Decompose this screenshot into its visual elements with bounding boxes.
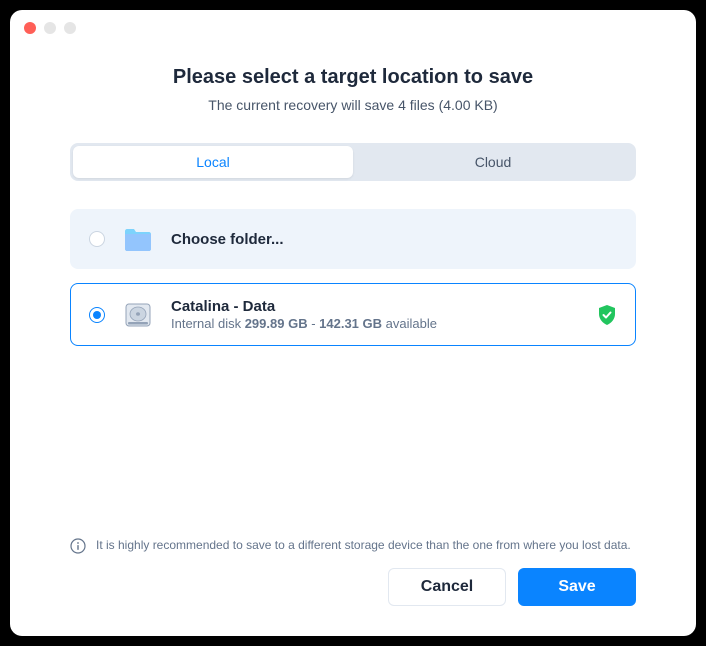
info-text: It is highly recommended to save to a di…: [96, 537, 631, 554]
info-icon: [70, 538, 86, 554]
location-options: Choose folder... Catalina - Data: [70, 209, 636, 346]
folder-icon: [123, 224, 153, 254]
tab-local[interactable]: Local: [73, 146, 353, 178]
option-label: Choose folder...: [171, 231, 617, 248]
info-note: It is highly recommended to save to a di…: [10, 531, 696, 568]
radio-choose-folder[interactable]: [89, 231, 105, 247]
dialog-window: Please select a target location to save …: [10, 10, 696, 636]
disk-name: Catalina - Data: [171, 298, 579, 315]
option-choose-folder[interactable]: Choose folder...: [70, 209, 636, 269]
header: Please select a target location to save …: [10, 46, 696, 123]
page-title: Please select a target location to save: [50, 66, 656, 89]
window-zoom-button[interactable]: [64, 22, 76, 34]
page-subtitle: The current recovery will save 4 files (…: [50, 97, 656, 113]
internal-disk-icon: [123, 300, 153, 330]
titlebar: [10, 10, 696, 46]
content: Local Cloud Choose folder...: [10, 123, 696, 531]
cancel-button[interactable]: Cancel: [388, 568, 506, 606]
save-button[interactable]: Save: [518, 568, 636, 606]
location-tabs: Local Cloud: [70, 143, 636, 181]
tab-cloud[interactable]: Cloud: [353, 146, 633, 178]
window-close-button[interactable]: [24, 22, 36, 34]
footer: Cancel Save: [10, 568, 696, 636]
option-disk-catalina[interactable]: Catalina - Data Internal disk 299.89 GB …: [70, 283, 636, 346]
disk-details: Internal disk 299.89 GB - 142.31 GB avai…: [171, 316, 579, 331]
window-minimize-button[interactable]: [44, 22, 56, 34]
verified-shield-icon: [597, 305, 617, 325]
radio-disk-catalina[interactable]: [89, 307, 105, 323]
